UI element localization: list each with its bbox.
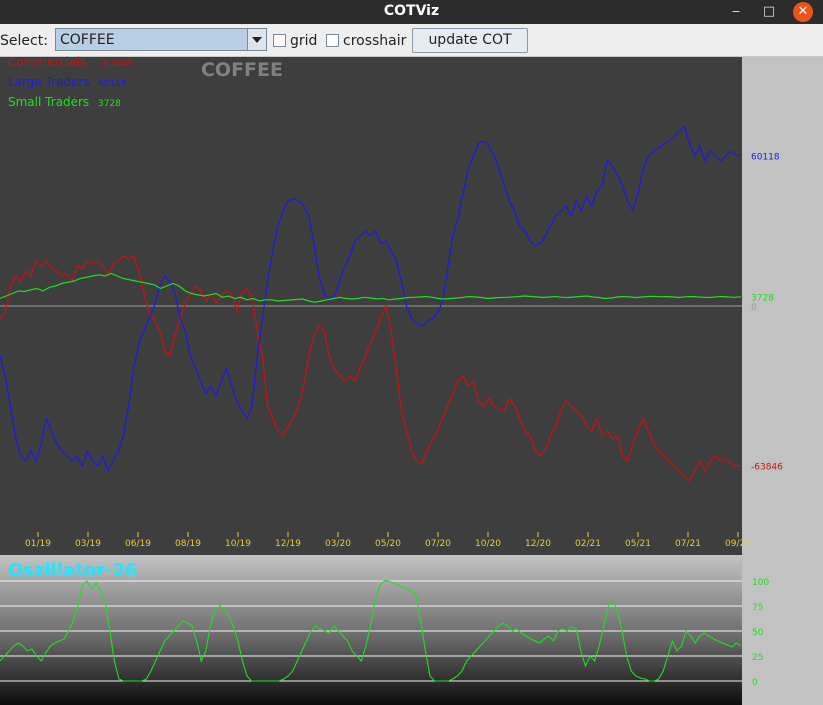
osc-tick-label: 50 [752,628,764,638]
x-tick-label: 05/21 [625,539,651,549]
legend-large-traders-value: 60118 [98,79,127,89]
x-tick-label: 12/20 [525,539,551,549]
osc-tick-label: 25 [752,653,763,663]
x-tick-label: 07/21 [675,539,701,549]
main-plot-area [0,57,742,532]
osc-tick-label: 0 [752,678,758,688]
x-tick-label: 03/19 [75,539,101,549]
x-tick-label: 05/20 [375,539,401,549]
x-tick-label: 08/19 [175,539,201,549]
x-tick-label: 07/20 [425,539,451,549]
last-value-label-large-traders: 60118 [751,153,780,163]
x-tick-label: 03/20 [325,539,351,549]
legend-small-traders-value: 3728 [98,99,121,109]
legend-commercials-value: -63846 [100,59,132,69]
legend-small-traders-name: Small Traders [8,95,89,109]
x-tick-label: 12/19 [275,539,301,549]
x-tick-label: 06/19 [125,539,151,549]
x-tick-label: 10/19 [225,539,251,549]
x-tick-label: 09/21 [725,539,751,549]
oscillator-title: Oszillator-26 [8,560,138,581]
x-tick-label: 10/20 [475,539,501,549]
x-tick-label: 02/21 [575,539,601,549]
osc-tick-label: 75 [752,603,763,613]
cot-chart: 0 25 50 75 100 01/19 03/19 06/19 08/19 10/19 12/1… [0,55,783,705]
chart-title: COFFEE [201,59,283,81]
legend-commercials-name: Commercials [8,55,86,69]
osc-tick-label: 100 [752,578,769,588]
legend-large-traders-name: Large Traders [8,75,90,89]
zero-label: 0 [751,303,757,313]
x-tick-label: 01/19 [25,539,51,549]
last-value-label-commercials: -63846 [751,463,783,473]
